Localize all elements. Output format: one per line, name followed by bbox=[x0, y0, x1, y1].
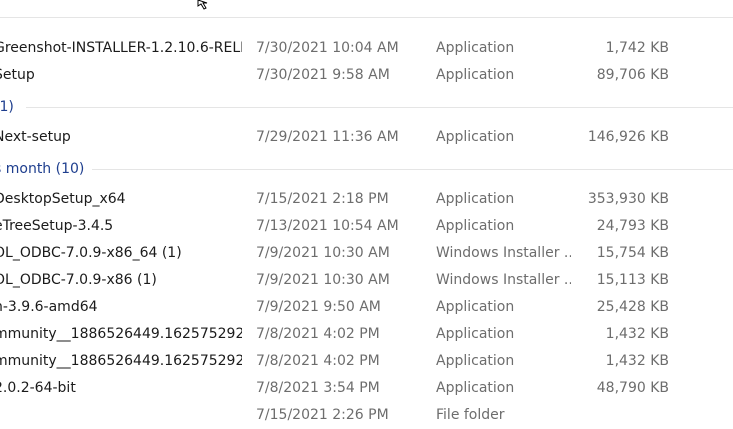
file-name: Next-setup bbox=[0, 129, 71, 145]
group-divider bbox=[92, 169, 733, 170]
file-date: 7/9/2021 10:30 AM bbox=[256, 245, 390, 261]
file-date: 7/8/2021 4:02 PM bbox=[256, 326, 380, 342]
file-type: Application bbox=[436, 67, 515, 83]
file-row[interactable]: Setup 7/30/2021 9:58 AM Application 89,7… bbox=[0, 62, 733, 89]
file-type: Application bbox=[436, 380, 515, 396]
file-type: Application bbox=[436, 299, 515, 315]
file-name: Setup bbox=[0, 67, 35, 83]
group-header[interactable]: (1) bbox=[0, 95, 733, 119]
group-header-label: (1) bbox=[0, 99, 14, 115]
file-date: 7/30/2021 10:04 AM bbox=[256, 40, 399, 56]
file-type: Windows Installer ... bbox=[436, 245, 571, 261]
file-row[interactable]: OL_ODBC-7.0.9-x86_64 (1) 7/9/2021 10:30 … bbox=[0, 240, 733, 267]
file-size: 1,432 KB bbox=[605, 326, 669, 342]
mouse-cursor-icon bbox=[197, 0, 208, 10]
group-header-label: s month (10) bbox=[0, 161, 85, 177]
file-name: mmunity__1886526449.1625752921 bbox=[0, 353, 242, 369]
file-size: 48,790 KB bbox=[596, 380, 669, 396]
file-date: 7/8/2021 3:54 PM bbox=[256, 380, 380, 396]
file-date: 7/13/2021 10:54 AM bbox=[256, 218, 399, 234]
file-type: Application bbox=[436, 326, 515, 342]
file-row[interactable]: 2.0.2-64-bit 7/8/2021 3:54 PM Applicatio… bbox=[0, 375, 733, 402]
file-date: 7/15/2021 2:18 PM bbox=[256, 191, 389, 207]
file-name: mmunity__1886526449.1625752921 ... bbox=[0, 326, 242, 342]
file-size: 24,793 KB bbox=[596, 218, 669, 234]
file-name: Greenshot-INSTALLER-1.2.10.6-RELEASE bbox=[0, 40, 242, 56]
file-type: Application bbox=[436, 218, 515, 234]
file-size: 25,428 KB bbox=[596, 299, 669, 315]
file-type: Application bbox=[436, 129, 515, 145]
group-header[interactable]: s month (10) bbox=[0, 157, 733, 181]
file-row[interactable]: 7/15/2021 2:26 PM File folder bbox=[0, 402, 733, 429]
file-name: n-3.9.6-amd64 bbox=[0, 299, 98, 315]
file-name: OL_ODBC-7.0.9-x86 (1) bbox=[0, 272, 157, 288]
file-date: 7/30/2021 9:58 AM bbox=[256, 67, 390, 83]
file-name: eTreeSetup-3.4.5 bbox=[0, 218, 114, 234]
file-type: Windows Installer ... bbox=[436, 272, 571, 288]
file-name bbox=[0, 402, 242, 429]
file-size: 353,930 KB bbox=[587, 191, 669, 207]
file-type: File folder bbox=[436, 407, 505, 423]
file-type: Application bbox=[436, 353, 515, 369]
file-date: 7/29/2021 11:36 AM bbox=[256, 129, 399, 145]
file-date: 7/8/2021 4:02 PM bbox=[256, 353, 380, 369]
file-name: 2.0.2-64-bit bbox=[0, 380, 76, 396]
file-type: Application bbox=[436, 191, 515, 207]
file-name: DesktopSetup_x64 bbox=[0, 191, 126, 207]
file-size: 1,432 KB bbox=[605, 353, 669, 369]
file-size: 15,754 KB bbox=[596, 245, 669, 261]
file-size bbox=[560, 402, 669, 429]
file-date: 7/9/2021 9:50 AM bbox=[256, 299, 381, 315]
file-row[interactable]: mmunity__1886526449.1625752921 ... 7/8/2… bbox=[0, 321, 733, 348]
file-size: 1,742 KB bbox=[605, 40, 669, 56]
file-row[interactable]: Greenshot-INSTALLER-1.2.10.6-RELEASE 7/3… bbox=[0, 35, 733, 62]
file-date: 7/15/2021 2:26 PM bbox=[256, 407, 389, 423]
file-row[interactable]: n-3.9.6-amd64 7/9/2021 9:50 AM Applicati… bbox=[0, 294, 733, 321]
file-row[interactable]: OL_ODBC-7.0.9-x86 (1) 7/9/2021 10:30 AM … bbox=[0, 267, 733, 294]
header-divider bbox=[0, 17, 733, 18]
file-size: 146,926 KB bbox=[587, 129, 669, 145]
file-row[interactable]: DesktopSetup_x64 7/15/2021 2:18 PM Appli… bbox=[0, 186, 733, 213]
group-divider bbox=[26, 107, 733, 108]
file-size: 15,113 KB bbox=[596, 272, 669, 288]
file-name: OL_ODBC-7.0.9-x86_64 (1) bbox=[0, 245, 182, 261]
file-date: 7/9/2021 10:30 AM bbox=[256, 272, 390, 288]
file-size: 89,706 KB bbox=[596, 67, 669, 83]
file-row[interactable]: Next-setup 7/29/2021 11:36 AM Applicatio… bbox=[0, 124, 733, 151]
file-row[interactable]: mmunity__1886526449.1625752921 7/8/2021 … bbox=[0, 348, 733, 375]
file-type: Application bbox=[436, 40, 515, 56]
file-row[interactable]: eTreeSetup-3.4.5 7/13/2021 10:54 AM Appl… bbox=[0, 213, 733, 240]
